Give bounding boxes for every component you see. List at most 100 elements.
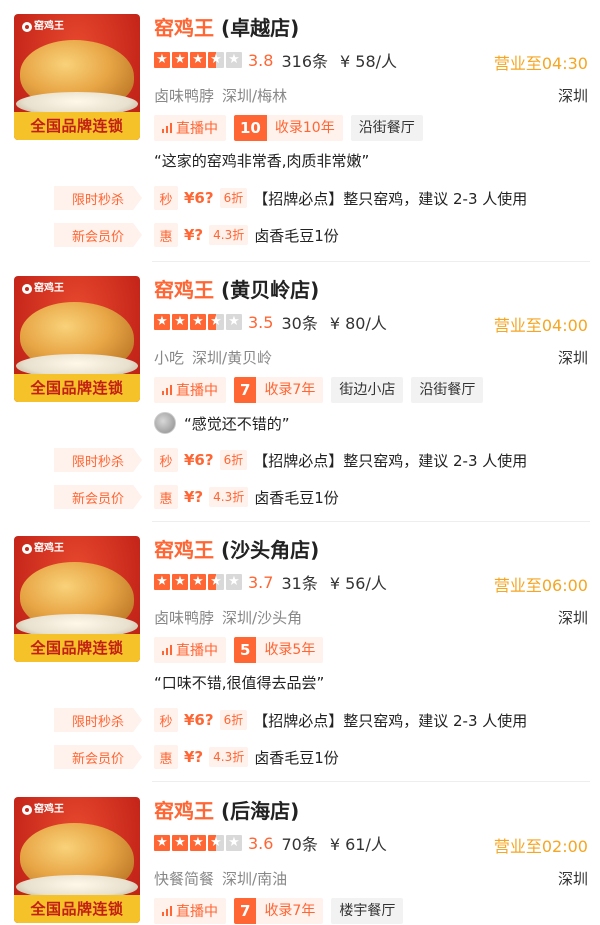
logo-icon xyxy=(22,805,32,815)
thumbnail-logo: 窑鸡王 xyxy=(18,18,68,36)
thumbnail-logo-text: 窑鸡王 xyxy=(34,543,64,554)
star-rating xyxy=(154,833,242,853)
store-category: 卤味鸭脖 xyxy=(154,609,215,627)
star-icon xyxy=(172,572,188,592)
years-label: 收录7年 xyxy=(256,377,324,403)
store-tag[interactable]: 楼宇餐厅 xyxy=(331,898,404,924)
years-number: 7 xyxy=(234,898,257,924)
live-label: 直播中 xyxy=(176,643,218,659)
years-listed-badge: 7 收录7年 xyxy=(234,377,324,403)
live-label: 直播中 xyxy=(176,121,218,137)
member-discount: 4.3折 xyxy=(209,747,249,767)
flash-description: 【招牌必点】整只窑鸡，建议 2-3 人使用 xyxy=(253,711,528,730)
review-count[interactable]: 316条 xyxy=(281,48,328,72)
store-city: 深圳 xyxy=(557,609,588,627)
average-price: ¥ 56/人 xyxy=(329,574,387,593)
star-icon xyxy=(154,572,170,592)
live-badge[interactable]: 直播中 xyxy=(154,898,226,924)
thumbnail-banner: 全国品牌连锁 xyxy=(14,112,140,140)
store-brand: 窑鸡王 xyxy=(154,538,214,562)
star-icon xyxy=(190,50,206,70)
years-label: 收录5年 xyxy=(256,637,324,663)
flash-sale-tag: 限时秒杀 xyxy=(54,708,142,732)
store-thumbnail[interactable]: 窑鸡王全国品牌连锁 xyxy=(14,797,140,923)
store-card[interactable]: 窑鸡王全国品牌连锁窑鸡王 (黄贝岭店)3.530条¥ 80/人营业至04:00小… xyxy=(0,262,600,522)
member-discount: 4.3折 xyxy=(209,487,249,507)
store-city: 深圳 xyxy=(557,87,588,105)
store-card[interactable]: 窑鸡王全国品牌连锁窑鸡王 (沙头角店)3.731条¥ 56/人营业至06:00卤… xyxy=(0,522,600,782)
store-area: 深圳/黄贝岭 xyxy=(192,349,273,367)
member-discount: 4.3折 xyxy=(209,225,249,245)
member-price: ¥? xyxy=(184,748,204,766)
store-tag[interactable]: 街边小店 xyxy=(331,377,404,403)
star-icon xyxy=(208,833,224,853)
store-brand: 窑鸡王 xyxy=(154,278,214,302)
member-mark: 惠 xyxy=(154,223,178,247)
store-tag[interactable]: 沿街餐厅 xyxy=(350,115,423,141)
review-count[interactable]: 30条 xyxy=(281,310,317,334)
store-title[interactable]: 窑鸡王 (卓越店) xyxy=(154,12,299,41)
store-area: 深圳/沙头角 xyxy=(222,609,303,627)
store-thumbnail[interactable]: 窑鸡王全国品牌连锁 xyxy=(14,14,140,140)
star-icon xyxy=(208,312,224,332)
live-badge[interactable]: 直播中 xyxy=(154,637,226,663)
years-listed-badge: 5 收录5年 xyxy=(234,637,324,663)
category-row: 快餐简餐 深圳/南油 xyxy=(154,868,287,889)
live-label: 直播中 xyxy=(176,383,218,399)
flash-discount: 6折 xyxy=(219,710,248,730)
open-hours: 营业至02:00 xyxy=(493,837,588,856)
store-tag[interactable]: 沿街餐厅 xyxy=(411,377,484,403)
rating-score: 3.6 xyxy=(248,833,274,853)
star-icon xyxy=(190,833,206,853)
badge-row: 直播中 5 收录5年 xyxy=(154,637,324,663)
store-category: 快餐简餐 xyxy=(154,870,215,888)
review-quote[interactable]: “这家的窑鸡非常香,肉质非常嫩” xyxy=(154,150,369,171)
star-icon xyxy=(190,312,206,332)
store-card[interactable]: 窑鸡王全国品牌连锁窑鸡王 (后海店)3.670条¥ 61/人营业至02:00快餐… xyxy=(0,783,600,925)
years-listed-badge: 10 收录10年 xyxy=(234,115,343,141)
store-area: 深圳/梅林 xyxy=(222,87,288,105)
thumbnail-logo: 窑鸡王 xyxy=(18,540,68,558)
years-label: 收录10年 xyxy=(266,115,343,141)
star-icon xyxy=(154,833,170,853)
store-title[interactable]: 窑鸡王 (黄贝岭店) xyxy=(154,274,319,303)
store-title[interactable]: 窑鸡王 (沙头角店) xyxy=(154,534,319,563)
store-branch: (沙头角店) xyxy=(220,538,320,562)
logo-icon xyxy=(22,22,32,32)
store-card[interactable]: 窑鸡王全国品牌连锁窑鸡王 (卓越店)3.8316条¥ 58/人营业至04:30卤… xyxy=(0,0,600,262)
logo-icon xyxy=(22,544,32,554)
average-price: ¥ 80/人 xyxy=(329,314,387,333)
card-divider xyxy=(152,781,590,782)
badge-row: 直播中 7 收录7年 街边小店 沿街餐厅 xyxy=(154,377,484,403)
flash-discount: 6折 xyxy=(219,450,248,470)
member-price-tag: 新会员价 xyxy=(54,223,142,247)
star-rating xyxy=(154,50,242,70)
review-quote[interactable]: “感觉还不错的” xyxy=(154,412,290,434)
review-count[interactable]: 31条 xyxy=(281,570,317,594)
store-branch: (后海店) xyxy=(220,799,300,823)
live-badge[interactable]: 直播中 xyxy=(154,377,226,403)
flash-sale-row: 秒 ¥6? 6折 【招牌必点】整只窑鸡，建议 2-3 人使用 xyxy=(154,448,527,472)
live-badge[interactable]: 直播中 xyxy=(154,115,226,141)
store-branch: (卓越店) xyxy=(220,16,300,40)
live-label: 直播中 xyxy=(176,904,218,920)
review-count[interactable]: 70条 xyxy=(281,831,317,855)
review-quote[interactable]: “口味不错,很值得去品尝” xyxy=(154,672,324,693)
store-city: 深圳 xyxy=(557,349,588,367)
star-icon xyxy=(190,572,206,592)
thumbnail-logo: 窑鸡王 xyxy=(18,801,68,819)
member-mark: 惠 xyxy=(154,745,178,769)
star-icon xyxy=(226,50,242,70)
thumbnail-banner: 全国品牌连锁 xyxy=(14,374,140,402)
thumbnail-banner: 全国品牌连锁 xyxy=(14,895,140,923)
star-icon xyxy=(172,50,188,70)
store-thumbnail[interactable]: 窑鸡王 全国品牌连锁 xyxy=(14,536,140,662)
store-thumbnail[interactable]: 窑鸡王 全国品牌连锁 xyxy=(14,276,140,402)
store-title[interactable]: 窑鸡王 (后海店) xyxy=(154,795,299,824)
badge-row: 直播中 10 收录10年 沿街餐厅 xyxy=(154,115,423,141)
star-icon xyxy=(154,50,170,70)
category-row: 小吃 深圳/黄贝岭 xyxy=(154,347,272,368)
years-number: 7 xyxy=(234,377,257,403)
review-quote-text: “感觉还不错的” xyxy=(184,414,290,433)
member-price-row: 惠 ¥? 4.3折 卤香毛豆1份 xyxy=(154,745,339,769)
